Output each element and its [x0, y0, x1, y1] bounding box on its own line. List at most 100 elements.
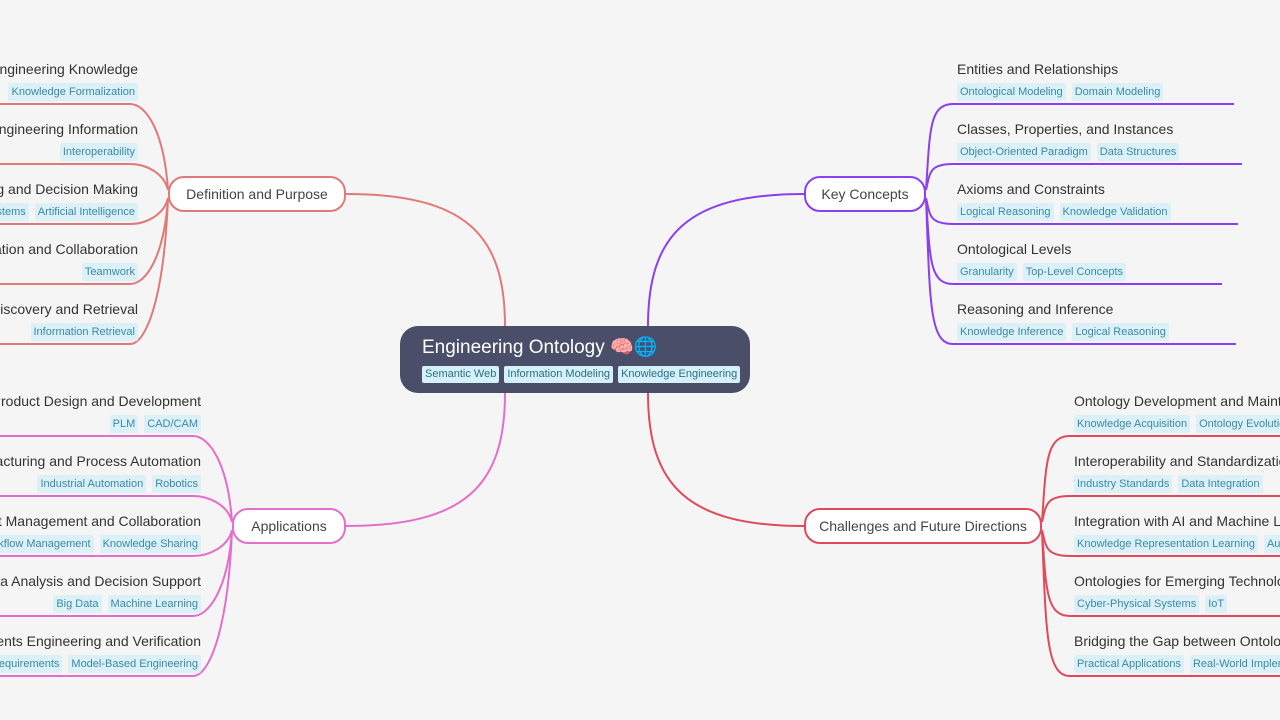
- leaf-topic[interactable]: Reasoning and Inference Knowledge Inferen…: [957, 300, 1169, 341]
- leaf-topic[interactable]: Interoperability and Standardization Indu…: [1074, 452, 1280, 493]
- tag[interactable]: Big Data: [53, 595, 102, 613]
- tag[interactable]: Model-Based Engineering: [68, 655, 201, 673]
- leaf-title: Ontological Levels: [957, 241, 1072, 257]
- root-tag[interactable]: Information Modeling: [504, 366, 614, 383]
- root-connector-challenges: [647, 392, 805, 527]
- branch-label: Key Concepts: [821, 186, 909, 202]
- leaf-title: Ontologies for Emerging Technologies: [1074, 573, 1280, 589]
- leaf-tags: Object-Oriented Paradigm Data Structures: [957, 143, 1180, 161]
- leaf-topic[interactable]: Supporting Reasoning and Decision Making…: [0, 180, 138, 221]
- tag[interactable]: Domain Modeling: [1071, 83, 1164, 101]
- tag[interactable]: Logical Reasoning: [1072, 323, 1169, 341]
- leaf-title: Enabling Knowledge Discovery and Retriev…: [0, 301, 138, 317]
- tag[interactable]: Logical Reasoning: [957, 203, 1054, 221]
- tag[interactable]: Artificial Intelligence: [34, 203, 138, 221]
- tag[interactable]: Information Retrieval: [30, 323, 138, 341]
- leaf-topic[interactable]: Axioms and Constraints Logical Reasoning K…: [957, 180, 1171, 221]
- root-tag[interactable]: Knowledge Engineering: [618, 366, 741, 383]
- leaf-topic[interactable]: Ontology Development and Maintenance Know…: [1074, 392, 1280, 433]
- tag[interactable]: Cyber-Physical Systems: [1074, 595, 1200, 613]
- leaf-tags: Knowledge Acquisition Ontology Evolution: [1074, 415, 1280, 433]
- leaf-tags: Workflow Management Knowledge Sharing: [0, 535, 201, 553]
- leaf-topic[interactable]: Entities and Relationships Ontological Mo…: [957, 60, 1164, 101]
- tag[interactable]: Ontological Modeling: [957, 83, 1066, 101]
- tag[interactable]: Data Structures: [1096, 143, 1180, 161]
- tag[interactable]: Requirements: [0, 655, 63, 673]
- leaf-topic[interactable]: Project Management and Collaboration Work…: [0, 512, 201, 553]
- tag[interactable]: Knowledge Formalization: [8, 83, 138, 101]
- leaf-topic[interactable]: Formalizing Engineering Knowledge Knowled…: [0, 60, 138, 101]
- leaf-tags: Industry Standards Data Integration: [1074, 475, 1280, 493]
- tag[interactable]: Automation: [1263, 535, 1280, 553]
- tag[interactable]: Knowledge Inference: [957, 323, 1067, 341]
- tag[interactable]: Top-Level Concepts: [1022, 263, 1127, 281]
- leaf-topic[interactable]: Integration with AI and Machine Learning…: [1074, 512, 1280, 553]
- leaf-topic[interactable]: Ontological Levels Granularity Top-Level C…: [957, 240, 1127, 281]
- leaf-topic[interactable]: Data Analysis and Decision Support Big Da…: [0, 572, 201, 613]
- tag[interactable]: Practical Applications: [1074, 655, 1184, 673]
- leaf-tags: PLM CAD/CAM: [0, 415, 201, 433]
- leaf-title: Data Analysis and Decision Support: [0, 573, 201, 589]
- root-connector-key_concepts: [647, 193, 805, 327]
- leaf-title: Project Management and Collaboration: [0, 513, 201, 529]
- tag[interactable]: Knowledge Validation: [1059, 203, 1171, 221]
- tag[interactable]: Industrial Automation: [37, 475, 147, 493]
- leaf-title: Ontology Development and Maintenance: [1074, 393, 1280, 409]
- leaf-title: Integration with AI and Machine Learning: [1074, 513, 1280, 529]
- tag[interactable]: Machine Learning: [107, 595, 201, 613]
- tag[interactable]: Data Integration: [1178, 475, 1263, 493]
- leaf-title: Reasoning and Inference: [957, 301, 1114, 317]
- branch-challenges-and-future-directions[interactable]: Challenges and Future Directions: [804, 508, 1042, 544]
- leaf-title: Classes, Properties, and Instances: [957, 121, 1174, 137]
- tag[interactable]: Real-World Implementation: [1189, 655, 1280, 673]
- branch-label: Definition and Purpose: [186, 186, 328, 202]
- tag[interactable]: PLM: [109, 415, 139, 433]
- root-tag[interactable]: Semantic Web: [422, 366, 500, 383]
- branch-label: Challenges and Future Directions: [819, 518, 1027, 534]
- tag[interactable]: Ontology Evolution: [1196, 415, 1280, 433]
- leaf-topic[interactable]: Manufacturing and Process Automation Indu…: [0, 452, 201, 493]
- leaf-tags: Ontological Modeling Domain Modeling: [957, 83, 1164, 101]
- leaf-topic[interactable]: Enabling Knowledge Discovery and Retriev…: [0, 300, 138, 341]
- leaf-tags: Teamwork: [0, 263, 138, 281]
- leaf-topic[interactable]: Structuring Engineering Information Inter…: [0, 120, 138, 161]
- root-node[interactable]: Engineering Ontology 🧠🌐 Semantic Web Inf…: [400, 326, 750, 393]
- leaf-tags: Practical Applications Real-World Impleme…: [1074, 655, 1280, 673]
- leaf-topic[interactable]: Product Design and Development PLM CAD/CAM: [0, 392, 201, 433]
- tag[interactable]: Interoperability: [59, 143, 138, 161]
- tag[interactable]: Knowledge Acquisition: [1074, 415, 1191, 433]
- leaf-title: Structuring Engineering Information: [0, 121, 138, 137]
- leaf-topic[interactable]: Facilitating Communication and Collabora…: [0, 240, 138, 281]
- leaf-title: Manufacturing and Process Automation: [0, 453, 201, 469]
- branch-applications[interactable]: Applications: [232, 508, 346, 544]
- tag[interactable]: Granularity: [957, 263, 1017, 281]
- leaf-title: Axioms and Constraints: [957, 181, 1105, 197]
- leaf-title: Formalizing Engineering Knowledge: [0, 61, 138, 77]
- tag[interactable]: CAD/CAM: [144, 415, 201, 433]
- leaf-tags: Interoperability: [0, 143, 138, 161]
- leaf-topic[interactable]: Classes, Properties, and Instances Object…: [957, 120, 1180, 161]
- tag[interactable]: Object-Oriented Paradigm: [957, 143, 1091, 161]
- branch-definition-and-purpose[interactable]: Definition and Purpose: [168, 176, 346, 212]
- leaf-tags: Expert Systems Artificial Intelligence: [0, 203, 138, 221]
- leaf-tags: Knowledge Representation Learning Automat…: [1074, 535, 1280, 553]
- mindmap-canvas: Engineering Ontology 🧠🌐 Semantic Web Inf…: [0, 0, 1280, 720]
- tag[interactable]: Workflow Management: [0, 535, 94, 553]
- leaf-tags: Industrial Automation Robotics: [0, 475, 201, 493]
- tag[interactable]: IoT: [1205, 595, 1228, 613]
- tag[interactable]: Industry Standards: [1074, 475, 1173, 493]
- tag[interactable]: Teamwork: [81, 263, 138, 281]
- leaf-tags: Big Data Machine Learning: [0, 595, 201, 613]
- leaf-tags: Cyber-Physical Systems IoT: [1074, 595, 1280, 613]
- leaf-topic[interactable]: Requirements Engineering and Verificatio…: [0, 632, 201, 673]
- tag[interactable]: Knowledge Representation Learning: [1074, 535, 1258, 553]
- branch-key-concepts[interactable]: Key Concepts: [804, 176, 926, 212]
- tag[interactable]: Expert Systems: [0, 203, 29, 221]
- leaf-title: Interoperability and Standardization: [1074, 453, 1280, 469]
- leaf-tags: Granularity Top-Level Concepts: [957, 263, 1127, 281]
- tag[interactable]: Robotics: [152, 475, 201, 493]
- root-title: Engineering Ontology 🧠🌐: [422, 337, 658, 358]
- leaf-topic[interactable]: Ontologies for Emerging Technologies Cybe…: [1074, 572, 1280, 613]
- leaf-topic[interactable]: Bridging the Gap between Ontology and Pr…: [1074, 632, 1280, 673]
- tag[interactable]: Knowledge Sharing: [99, 535, 201, 553]
